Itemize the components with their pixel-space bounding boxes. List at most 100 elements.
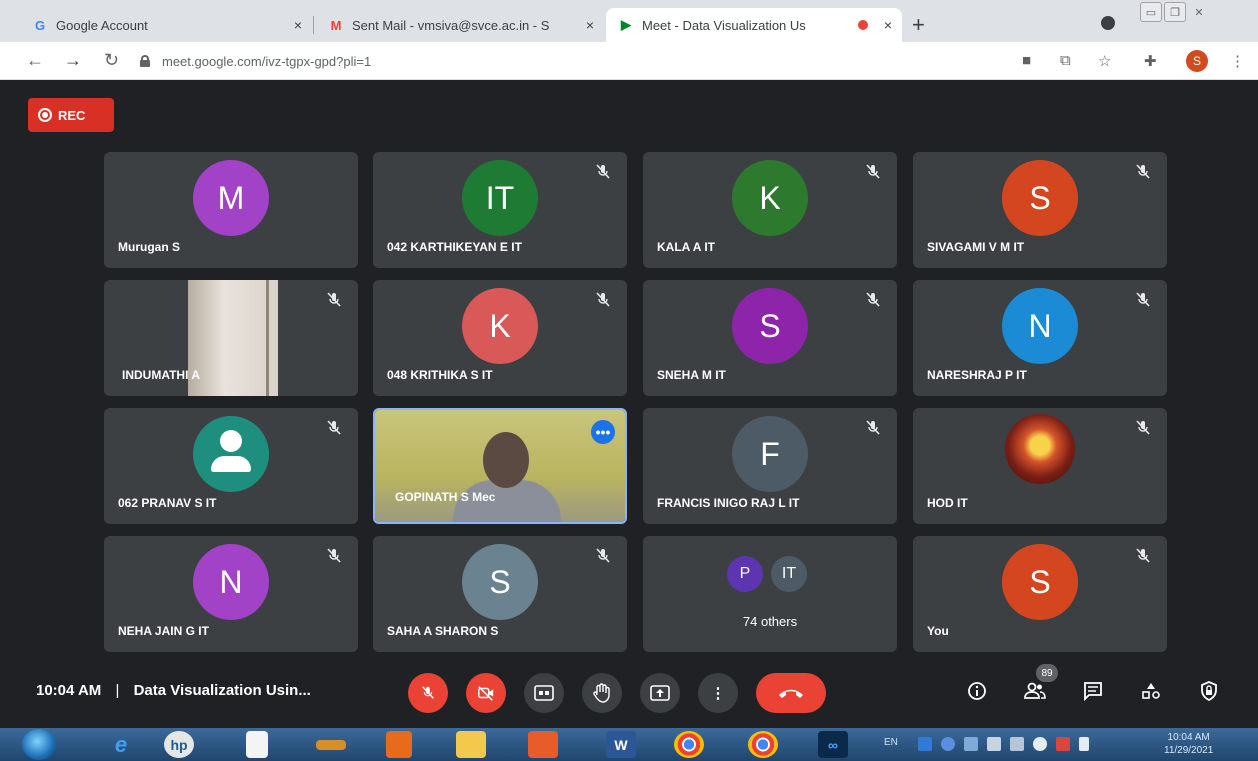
volume-muted-icon[interactable] <box>1056 737 1070 751</box>
camera-off-icon <box>478 686 494 701</box>
language-indicator[interactable]: EN <box>884 737 898 748</box>
mic-off-icon <box>866 164 880 179</box>
camera-icon[interactable]: ■ <box>1022 52 1031 69</box>
tab-gmail[interactable]: M Sent Mail - vmsiva@svce.ac.in - S × <box>316 8 604 42</box>
camera-toggle-button[interactable] <box>466 673 506 713</box>
leave-call-button[interactable] <box>756 673 826 713</box>
close-tab-icon[interactable]: × <box>294 17 302 33</box>
chrome-profile-icon[interactable] <box>748 731 778 758</box>
hp-icon[interactable]: hp <box>164 731 194 758</box>
document-icon[interactable] <box>246 731 268 758</box>
chat-button[interactable] <box>1080 678 1106 704</box>
tray-app-icon[interactable] <box>1033 737 1047 751</box>
browser-toolbar: ← → ↻ meet.google.com/ivz-tgpx-gpd?pli=1… <box>0 42 1258 80</box>
word-icon[interactable]: W <box>606 731 636 758</box>
participant-tile[interactable]: N NEHA JAIN G IT <box>104 536 358 652</box>
self-tile[interactable]: S You <box>913 536 1167 652</box>
microphone-toggle-button[interactable] <box>408 673 448 713</box>
participant-avatar: IT <box>771 556 807 592</box>
chat-icon <box>1084 682 1102 701</box>
participant-avatar: K <box>732 160 808 236</box>
menu-icon[interactable]: ⋮ <box>1230 52 1245 70</box>
others-tile[interactable]: P IT 74 others <box>643 536 897 652</box>
extensions-icon[interactable]: ✚ <box>1144 52 1157 70</box>
participant-tile[interactable]: F FRANCIS INIGO RAJ L IT <box>643 408 897 524</box>
participant-avatar: S <box>1002 544 1078 620</box>
profile-indicator-icon <box>1101 16 1115 30</box>
participant-tile[interactable]: HOD IT <box>913 408 1167 524</box>
new-tab-button[interactable]: + <box>912 14 925 36</box>
participant-tile[interactable]: M Murugan S <box>104 152 358 268</box>
profile-avatar[interactable]: S <box>1186 50 1208 72</box>
participant-avatar: M <box>193 160 269 236</box>
tab-title: Sent Mail - vmsiva@svce.ac.in - S <box>352 17 550 33</box>
participant-tile[interactable]: S SAHA A SHARON S <box>373 536 627 652</box>
close-window-icon[interactable]: ✕ <box>1188 2 1210 22</box>
record-icon <box>38 108 52 122</box>
participant-name: You <box>927 624 949 638</box>
activities-icon <box>1142 683 1160 699</box>
presentation-icon[interactable] <box>528 731 558 758</box>
participant-tile[interactable]: K 048 KRITHIKA S IT <box>373 280 627 396</box>
person-icon <box>220 430 242 452</box>
participant-tile[interactable]: S SIVAGAMI V M IT <box>913 152 1167 268</box>
zoom-icon[interactable]: ∞ <box>818 731 848 758</box>
participant-tile-active-speaker[interactable]: ••• GOPINATH S Mec <box>373 408 627 524</box>
more-options-button[interactable]: ••• <box>591 420 615 444</box>
present-icon <box>650 685 670 701</box>
tray-app-icon[interactable] <box>987 737 1001 751</box>
participant-tile[interactable]: K KALA A IT <box>643 152 897 268</box>
restore-icon[interactable]: ❐ <box>1164 2 1186 22</box>
flag-icon[interactable] <box>1079 737 1089 751</box>
system-clock[interactable]: 10:04 AM 11/29/2021 <box>1164 731 1213 757</box>
participant-tile[interactable]: INDUMATHI A <box>104 280 358 396</box>
participant-name: 048 KRITHIKA S IT <box>387 368 493 382</box>
bookmark-star-icon[interactable]: ☆ <box>1098 52 1111 70</box>
participant-avatar: S <box>462 544 538 620</box>
meet-icon: ▶ <box>621 17 631 32</box>
windows-taskbar: e hp W ∞ EN 10:04 AM 11/29/2021 <box>0 728 1258 761</box>
folder-icon[interactable] <box>456 731 486 758</box>
address-bar[interactable]: meet.google.com/ivz-tgpx-gpd?pli=1 <box>140 48 1010 74</box>
others-count-label: 74 others <box>742 614 798 629</box>
tray-app-icon[interactable] <box>941 737 955 751</box>
minimize-icon[interactable]: ▭ <box>1140 2 1162 22</box>
close-tab-icon[interactable]: × <box>884 17 892 33</box>
participant-tile[interactable]: S SNEHA M IT <box>643 280 897 396</box>
captions-button[interactable] <box>524 673 564 713</box>
present-screen-button[interactable] <box>640 673 680 713</box>
meeting-title: Data Visualization Usin... <box>133 682 311 699</box>
raise-hand-button[interactable] <box>582 673 622 713</box>
participant-tile[interactable]: N NARESHRAJ P IT <box>913 280 1167 396</box>
tab-separator <box>313 16 314 34</box>
rec-label: REC <box>58 107 86 123</box>
host-controls-button[interactable] <box>1196 678 1222 704</box>
tray-app-icon[interactable] <box>918 737 932 751</box>
back-icon[interactable]: ← <box>26 50 44 71</box>
meeting-details-button[interactable] <box>964 678 990 704</box>
lock-icon <box>140 55 150 67</box>
tray-app-icon[interactable] <box>964 737 978 751</box>
tab-google-account[interactable]: G Google Account × <box>20 8 312 42</box>
network-icon[interactable] <box>1010 737 1024 751</box>
participant-name: KALA A IT <box>657 240 715 254</box>
media-icon[interactable] <box>316 740 346 750</box>
tab-meet[interactable]: ▶ Meet - Data Visualization Us × <box>606 8 902 42</box>
chrome-icon[interactable] <box>674 731 704 758</box>
start-button[interactable] <box>22 729 56 760</box>
activities-button[interactable] <box>1138 678 1164 704</box>
reload-icon[interactable]: ↻ <box>104 50 119 71</box>
player-icon[interactable] <box>386 731 412 758</box>
close-tab-icon[interactable]: × <box>586 17 594 33</box>
participant-name: 062 PRANAV S IT <box>118 496 217 510</box>
more-options-icon[interactable]: ⋮ <box>698 673 738 713</box>
participant-name: HOD IT <box>927 496 968 510</box>
share-icon[interactable]: ⧉ <box>1060 52 1071 69</box>
participant-tile[interactable]: 062 PRANAV S IT <box>104 408 358 524</box>
forward-icon[interactable]: → <box>64 50 82 71</box>
participant-avatar: F <box>732 416 808 492</box>
internet-explorer-icon[interactable]: e <box>106 731 136 758</box>
participant-tile[interactable]: IT 042 KARTHIKEYAN E IT <box>373 152 627 268</box>
tab-title: Google Account <box>56 17 148 33</box>
participant-avatar: N <box>193 544 269 620</box>
